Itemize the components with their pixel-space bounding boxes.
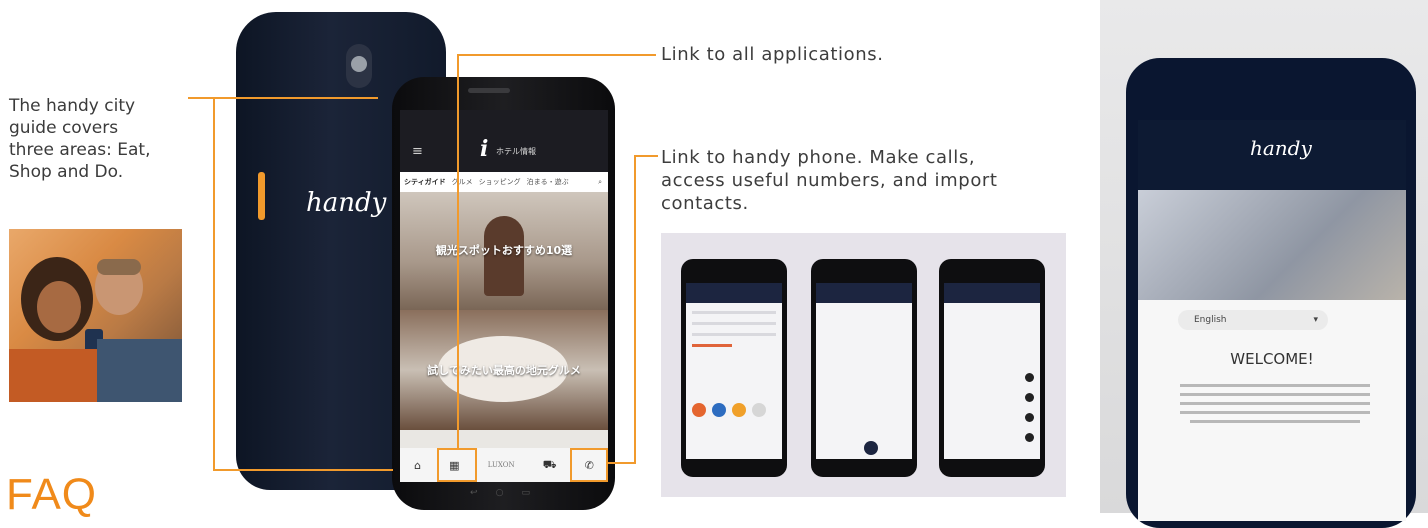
home-icon[interactable]: ⌂ (414, 459, 421, 472)
callout-line (188, 97, 378, 99)
description-line: guide covers (9, 118, 119, 138)
category-tabs: シティガイド グルメ ショッピング 泊まる・遊ぶ ⌕ (400, 172, 608, 192)
car-icon[interactable]: ⛟ (543, 458, 557, 473)
phone-callout-line: Link to handy phone. Make calls, (661, 147, 976, 168)
area-description: The handy city guide covers three areas:… (9, 95, 209, 183)
dialer-screenshot (811, 259, 917, 477)
camera-icon (346, 44, 372, 88)
handy-logo: handy (306, 188, 387, 218)
apps-highlight-box (437, 448, 477, 482)
contact-avatar (732, 403, 746, 417)
contact-avatar (692, 403, 706, 417)
callout-line (457, 54, 656, 56)
gourmet-banner[interactable]: 試してみたい最高の地元グルメ (400, 310, 608, 430)
phone-callout-text: Link to handy phone. Make calls, access … (661, 146, 1061, 215)
welcome-card: English ▾ WELCOME! (1138, 300, 1406, 521)
welcome-title: WELCOME! (1230, 350, 1314, 368)
search-icon[interactable]: ⌕ (598, 178, 602, 187)
contact-avatar (712, 403, 726, 417)
description-line: The handy city (9, 96, 136, 116)
couple-photo (9, 229, 182, 402)
home-key-icon: ○ (495, 488, 504, 498)
tab-gourmet[interactable]: グルメ (452, 177, 473, 187)
tab-stay-play[interactable]: 泊まる・遊ぶ (527, 177, 569, 187)
phone-app-screenshots (661, 233, 1066, 497)
description-line: three areas: Eat, (9, 140, 151, 160)
dock-label: LUXON (487, 461, 515, 469)
callout-line (634, 155, 658, 157)
callout-line (213, 469, 393, 471)
language-select[interactable]: English ▾ (1178, 310, 1328, 330)
recent-key-icon: ▭ (521, 488, 530, 498)
info-icon: i (480, 136, 489, 162)
call-button-icon (864, 441, 878, 455)
description-line: Shop and Do. (9, 162, 124, 182)
menu-icon[interactable]: ≡ (412, 144, 423, 159)
numbers-screenshot (939, 259, 1045, 477)
callout-line (213, 97, 215, 470)
nav-keys: ↩ ○ ▭ (470, 488, 530, 498)
contact-avatar (752, 403, 766, 417)
side-button (258, 172, 265, 220)
sightseeing-banner[interactable]: 観光スポットおすすめ10選 (400, 192, 608, 310)
phone-callout-line: contacts. (661, 193, 749, 214)
welcome-hero-image (1138, 190, 1406, 300)
sightseeing-banner-title: 観光スポットおすすめ10選 (435, 244, 573, 257)
phone-callout-line: access useful numbers, and import (661, 170, 998, 191)
speaker-grille (468, 88, 510, 93)
phone-screen: ≡ i ホテル情報 シティガイド グルメ ショッピング 泊まる・遊ぶ ⌕ 観光ス… (400, 110, 608, 482)
handy-logo: handy (1250, 136, 1312, 160)
header-title: ホテル情報 (496, 147, 536, 156)
contacts-screenshot (681, 259, 787, 477)
welcome-body (1180, 378, 1370, 429)
phone-highlight-box (570, 448, 608, 482)
back-key-icon: ↩ (470, 488, 478, 498)
apps-callout-text: Link to all applications. (661, 44, 884, 65)
callout-line (457, 54, 459, 448)
chevron-down-icon: ▾ (1313, 315, 1318, 325)
welcome-header: handy (1138, 120, 1406, 190)
tab-shopping[interactable]: ショッピング (479, 177, 521, 187)
language-value: English (1194, 315, 1227, 325)
app-header: ≡ i ホテル情報 (400, 110, 608, 172)
callout-line (634, 155, 636, 463)
callout-line (608, 462, 636, 464)
tab-city-guide[interactable]: シティガイド (404, 177, 446, 187)
gourmet-banner-title: 試してみたい最高の地元グルメ (427, 364, 581, 377)
